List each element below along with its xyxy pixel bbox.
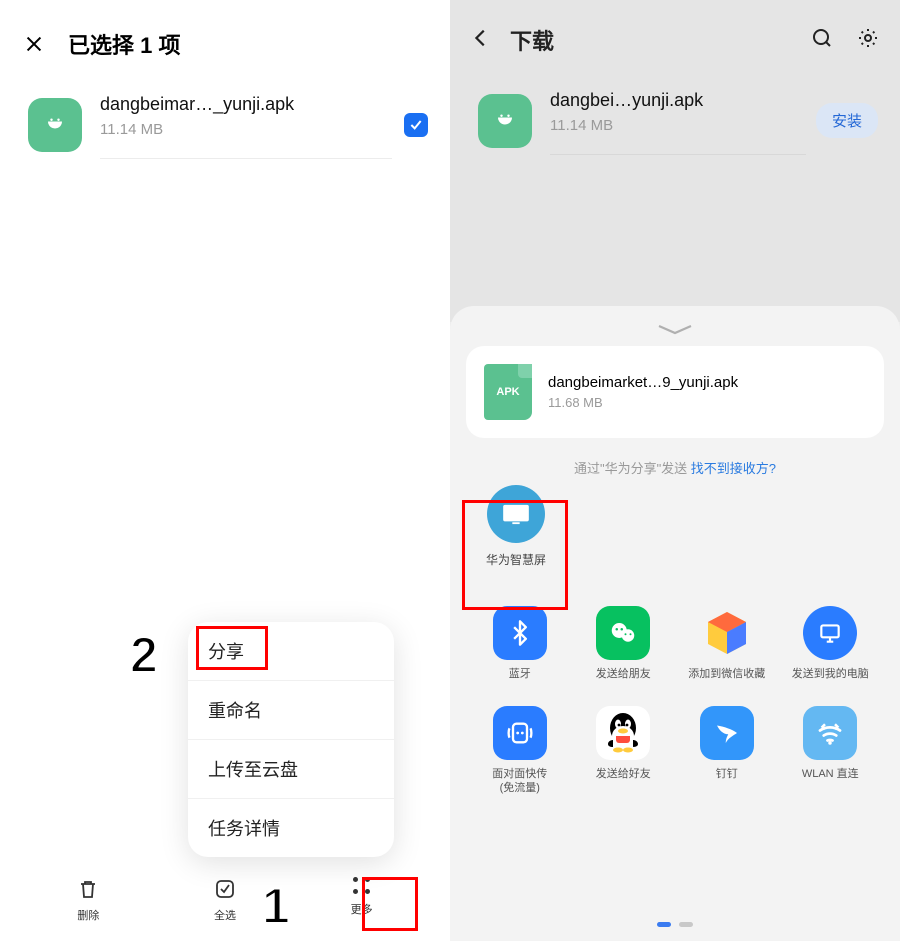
pc-icon	[803, 606, 857, 660]
menu-rename[interactable]: 重命名	[188, 681, 394, 740]
share-sheet: APK dangbeimarket…9_yunji.apk 11.68 MB 通…	[450, 306, 900, 941]
left-header: 已选择 1 项	[0, 0, 450, 72]
back-icon[interactable]	[470, 27, 492, 54]
search-icon[interactable]	[810, 26, 834, 55]
close-icon[interactable]	[20, 30, 48, 58]
settings-icon[interactable]	[856, 26, 880, 55]
download-file-meta: dangbei…yunji.apk 11.14 MB	[550, 86, 806, 155]
downloads-title: 下载	[510, 24, 810, 56]
apk-app-icon	[28, 98, 82, 152]
annotation-1: 1	[262, 877, 290, 935]
file-name: dangbeimar…_yunji.apk	[100, 94, 392, 115]
file-size: 11.14 MB	[100, 121, 392, 138]
right-header: 下载	[450, 0, 900, 68]
share-file-card: APK dangbeimarket…9_yunji.apk 11.68 MB	[466, 346, 884, 438]
annotation-box-share	[196, 626, 268, 670]
annotation-box-more	[362, 877, 418, 931]
wlan-icon	[803, 706, 857, 760]
page-dot-active	[657, 922, 671, 927]
share-face2face[interactable]: 面对面快传(免流量)	[470, 706, 570, 796]
install-button[interactable]: 安装	[816, 103, 878, 138]
page-dot[interactable]	[679, 922, 693, 927]
share-dingding[interactable]: 钉钉	[677, 706, 777, 796]
selection-checkbox[interactable]	[404, 113, 428, 137]
bluetooth-icon	[493, 606, 547, 660]
downloads-share-screen: 下载 dangbei…yunji.apk 11.14 MB 安装 APK dan…	[450, 0, 900, 941]
action-delete[interactable]: 删除	[58, 877, 118, 923]
share-file-name: dangbeimarket…9_yunji.apk	[548, 374, 738, 391]
file-row[interactable]: dangbeimar…_yunji.apk 11.14 MB	[0, 72, 450, 171]
action-select-all-label: 全选	[214, 907, 236, 923]
share-my-pc[interactable]: 发送到我的电脑	[781, 606, 881, 682]
download-file-row[interactable]: dangbei…yunji.apk 11.14 MB 安装	[450, 68, 900, 167]
action-delete-label: 删除	[77, 907, 99, 923]
share-qq[interactable]: 发送给好友	[574, 706, 674, 796]
annotation-2: 2	[130, 626, 158, 684]
qq-icon	[596, 706, 650, 760]
share-file-size: 11.68 MB	[548, 395, 738, 410]
apk-app-icon	[478, 94, 532, 148]
page-indicator	[450, 922, 900, 927]
downloads-screen-dimmed: 下载 dangbei…yunji.apk 11.14 MB 安装	[450, 0, 900, 322]
collect-cube-icon	[700, 606, 754, 660]
share-wlan-direct[interactable]: WLAN 直连	[781, 706, 881, 796]
face2face-icon	[493, 706, 547, 760]
sheet-handle-icon[interactable]	[450, 322, 900, 336]
download-file-size: 11.14 MB	[550, 117, 806, 134]
share-wechat-fav[interactable]: 添加到微信收藏	[677, 606, 777, 682]
selection-mode-screen: 已选择 1 项 dangbeimar…_yunji.apk 11.14 MB 分…	[0, 0, 450, 941]
dingding-icon	[700, 706, 754, 760]
cant-find-link[interactable]: 找不到接收方?	[691, 461, 776, 476]
download-file-name: dangbei…yunji.apk	[550, 90, 806, 111]
share-wechat-friend[interactable]: 发送给朋友	[574, 606, 674, 682]
wechat-icon	[596, 606, 650, 660]
annotation-box-device	[462, 500, 568, 610]
file-meta: dangbeimar…_yunji.apk 11.14 MB	[100, 90, 392, 159]
share-bluetooth[interactable]: 蓝牙	[470, 606, 570, 682]
huawei-share-hint: 通过"华为分享"发送 找不到接收方?	[450, 458, 900, 477]
menu-task-detail[interactable]: 任务详情	[188, 799, 394, 857]
menu-upload-cloud[interactable]: 上传至云盘	[188, 740, 394, 799]
apk-file-icon: APK	[484, 364, 532, 420]
action-select-all[interactable]: 全选	[195, 877, 255, 923]
selection-count-title: 已选择 1 项	[68, 28, 180, 60]
